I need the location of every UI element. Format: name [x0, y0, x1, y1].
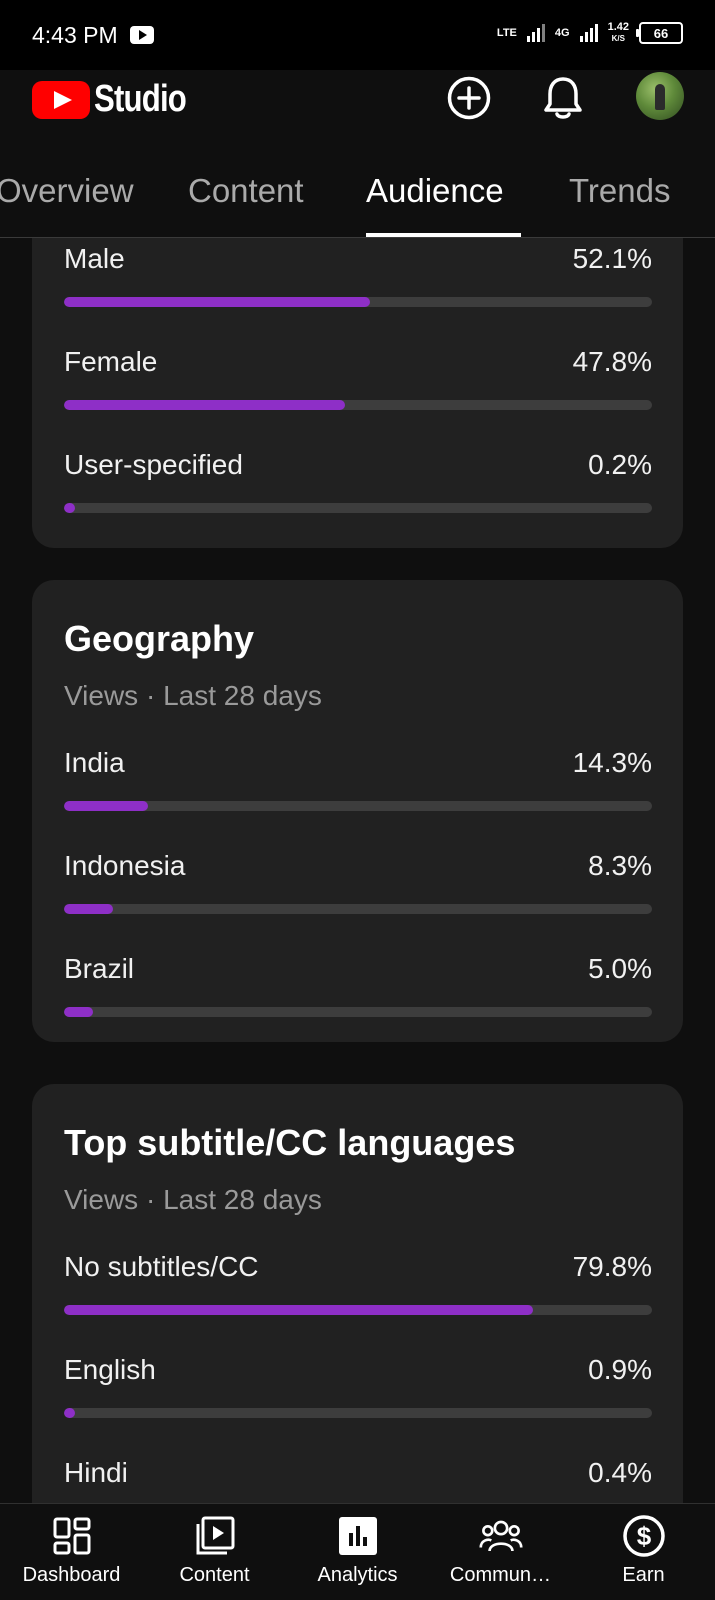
row-value: 47.8% [572, 346, 652, 377]
row-value: 52.1% [572, 243, 652, 274]
gender-row-user-specified: User-specified 0.2% [64, 449, 652, 529]
gender-row-female: Female 47.8% [64, 346, 652, 426]
content-icon [193, 1514, 237, 1558]
row-value: 79.8% [572, 1251, 652, 1282]
progress-track [64, 904, 652, 914]
nav-analytics[interactable]: Analytics [286, 1504, 429, 1600]
geo-row-indonesia: Indonesia 8.3% [64, 850, 652, 930]
progress-fill [64, 503, 75, 513]
geo-row-india: India 14.3% [64, 747, 652, 827]
speed-value: 1.42 [607, 21, 629, 33]
tab-overview[interactable]: Overview [0, 172, 134, 210]
status-time: 4:43 PM [32, 21, 118, 48]
status-indicators: LTE 4G 1.42 K/S 66 [497, 22, 683, 44]
nav-content[interactable]: Content [143, 1504, 286, 1600]
row-label: Hindi [64, 1457, 128, 1488]
nav-label: Dashboard [22, 1564, 121, 1586]
row-value: 8.3% [588, 850, 652, 881]
progress-fill [64, 297, 371, 307]
battery-icon: 66 [636, 22, 683, 44]
nav-earn[interactable]: $ Earn [572, 1504, 715, 1600]
app-header: Studio [0, 70, 715, 128]
progress-track [64, 503, 652, 513]
lte-label: LTE [496, 27, 517, 39]
progress-track [64, 1408, 652, 1418]
active-tab-indicator [366, 233, 521, 237]
community-icon [478, 1514, 523, 1558]
youtube-logo-icon [32, 80, 90, 119]
progress-track [64, 1007, 652, 1017]
row-value: 0.9% [588, 1354, 652, 1385]
tab-content[interactable]: Content [188, 172, 304, 210]
row-label: User-specified [64, 449, 243, 480]
progress-track [64, 400, 652, 410]
signal-icon-2 [579, 24, 598, 42]
bell-icon [544, 77, 582, 119]
earn-icon: $ [622, 1514, 666, 1558]
svg-text:$: $ [636, 1521, 651, 1551]
geography-card[interactable]: Geography Views · Last 28 days India 14.… [32, 580, 683, 1042]
row-label: Female [64, 346, 158, 377]
row-label: India [64, 747, 125, 778]
card-title: Top subtitle/CC languages [64, 1122, 516, 1163]
status-bar: 4:43 PM LTE 4G 1.42 K/S 66 [0, 0, 715, 70]
tab-trends[interactable]: Trends [569, 172, 670, 210]
row-label: Male [64, 243, 125, 274]
row-label: Brazil [64, 953, 135, 984]
lang-row-english: English 0.9% [64, 1354, 652, 1434]
progress-fill [64, 904, 113, 914]
nav-label: Analytics [317, 1564, 398, 1586]
analytics-icon [336, 1514, 380, 1558]
create-button[interactable] [445, 74, 493, 122]
card-subtitle: Views · Last 28 days [64, 680, 322, 711]
avatar[interactable] [636, 72, 684, 120]
network-speed: 1.42 K/S [608, 22, 629, 44]
row-value: 0.2% [588, 449, 652, 480]
tab-audience[interactable]: Audience [366, 172, 504, 210]
row-label: No subtitles/CC [64, 1251, 259, 1282]
gender-card: Male 52.1% Female 47.8% User-specified 0… [32, 238, 683, 548]
dashboard-icon [50, 1514, 94, 1558]
nav-label: Content [179, 1564, 250, 1586]
progress-track [64, 297, 652, 307]
subtitle-languages-card[interactable]: Top subtitle/CC languages Views · Last 2… [32, 1084, 683, 1503]
card-subtitle: Views · Last 28 days [64, 1184, 322, 1215]
network-gen-label: 4G [554, 27, 570, 39]
row-label: English [64, 1354, 156, 1385]
logo-text: Studio [94, 78, 187, 120]
signal-icon [526, 24, 545, 42]
row-label: Indonesia [64, 850, 186, 881]
card-title: Geography [64, 618, 255, 659]
row-value: 5.0% [588, 953, 652, 984]
bottom-nav: Dashboard Content Analytics Commun… $ Ea… [0, 1503, 715, 1600]
progress-fill [64, 1007, 94, 1017]
nav-label: Earn [622, 1564, 665, 1586]
notifications-button[interactable] [539, 74, 587, 122]
speed-unit: K/S [611, 34, 625, 43]
battery-level: 66 [653, 25, 669, 41]
plus-circle-icon [447, 76, 491, 120]
progress-track [64, 801, 652, 811]
lang-row-hindi: Hindi 0.4% [64, 1457, 652, 1503]
youtube-notification-icon [129, 26, 154, 44]
progress-track [64, 1305, 652, 1315]
nav-community[interactable]: Commun… [429, 1504, 572, 1600]
audience-content[interactable]: Male 52.1% Female 47.8% User-specified 0… [0, 238, 715, 1503]
progress-fill [64, 1305, 534, 1315]
lang-row-no-subtitles: No subtitles/CC 79.8% [64, 1251, 652, 1331]
geo-row-brazil: Brazil 5.0% [64, 953, 652, 1033]
gender-row-male: Male 52.1% [64, 243, 652, 323]
progress-fill [64, 1408, 75, 1418]
progress-fill [64, 400, 346, 410]
nav-label: Commun… [449, 1564, 552, 1586]
studio-logo[interactable]: Studio [32, 78, 206, 121]
tab-bar: Overview Content Audience Trends [0, 160, 715, 238]
row-value: 0.4% [588, 1457, 652, 1488]
row-value: 14.3% [572, 747, 652, 778]
progress-fill [64, 801, 149, 811]
nav-dashboard[interactable]: Dashboard [0, 1504, 143, 1600]
